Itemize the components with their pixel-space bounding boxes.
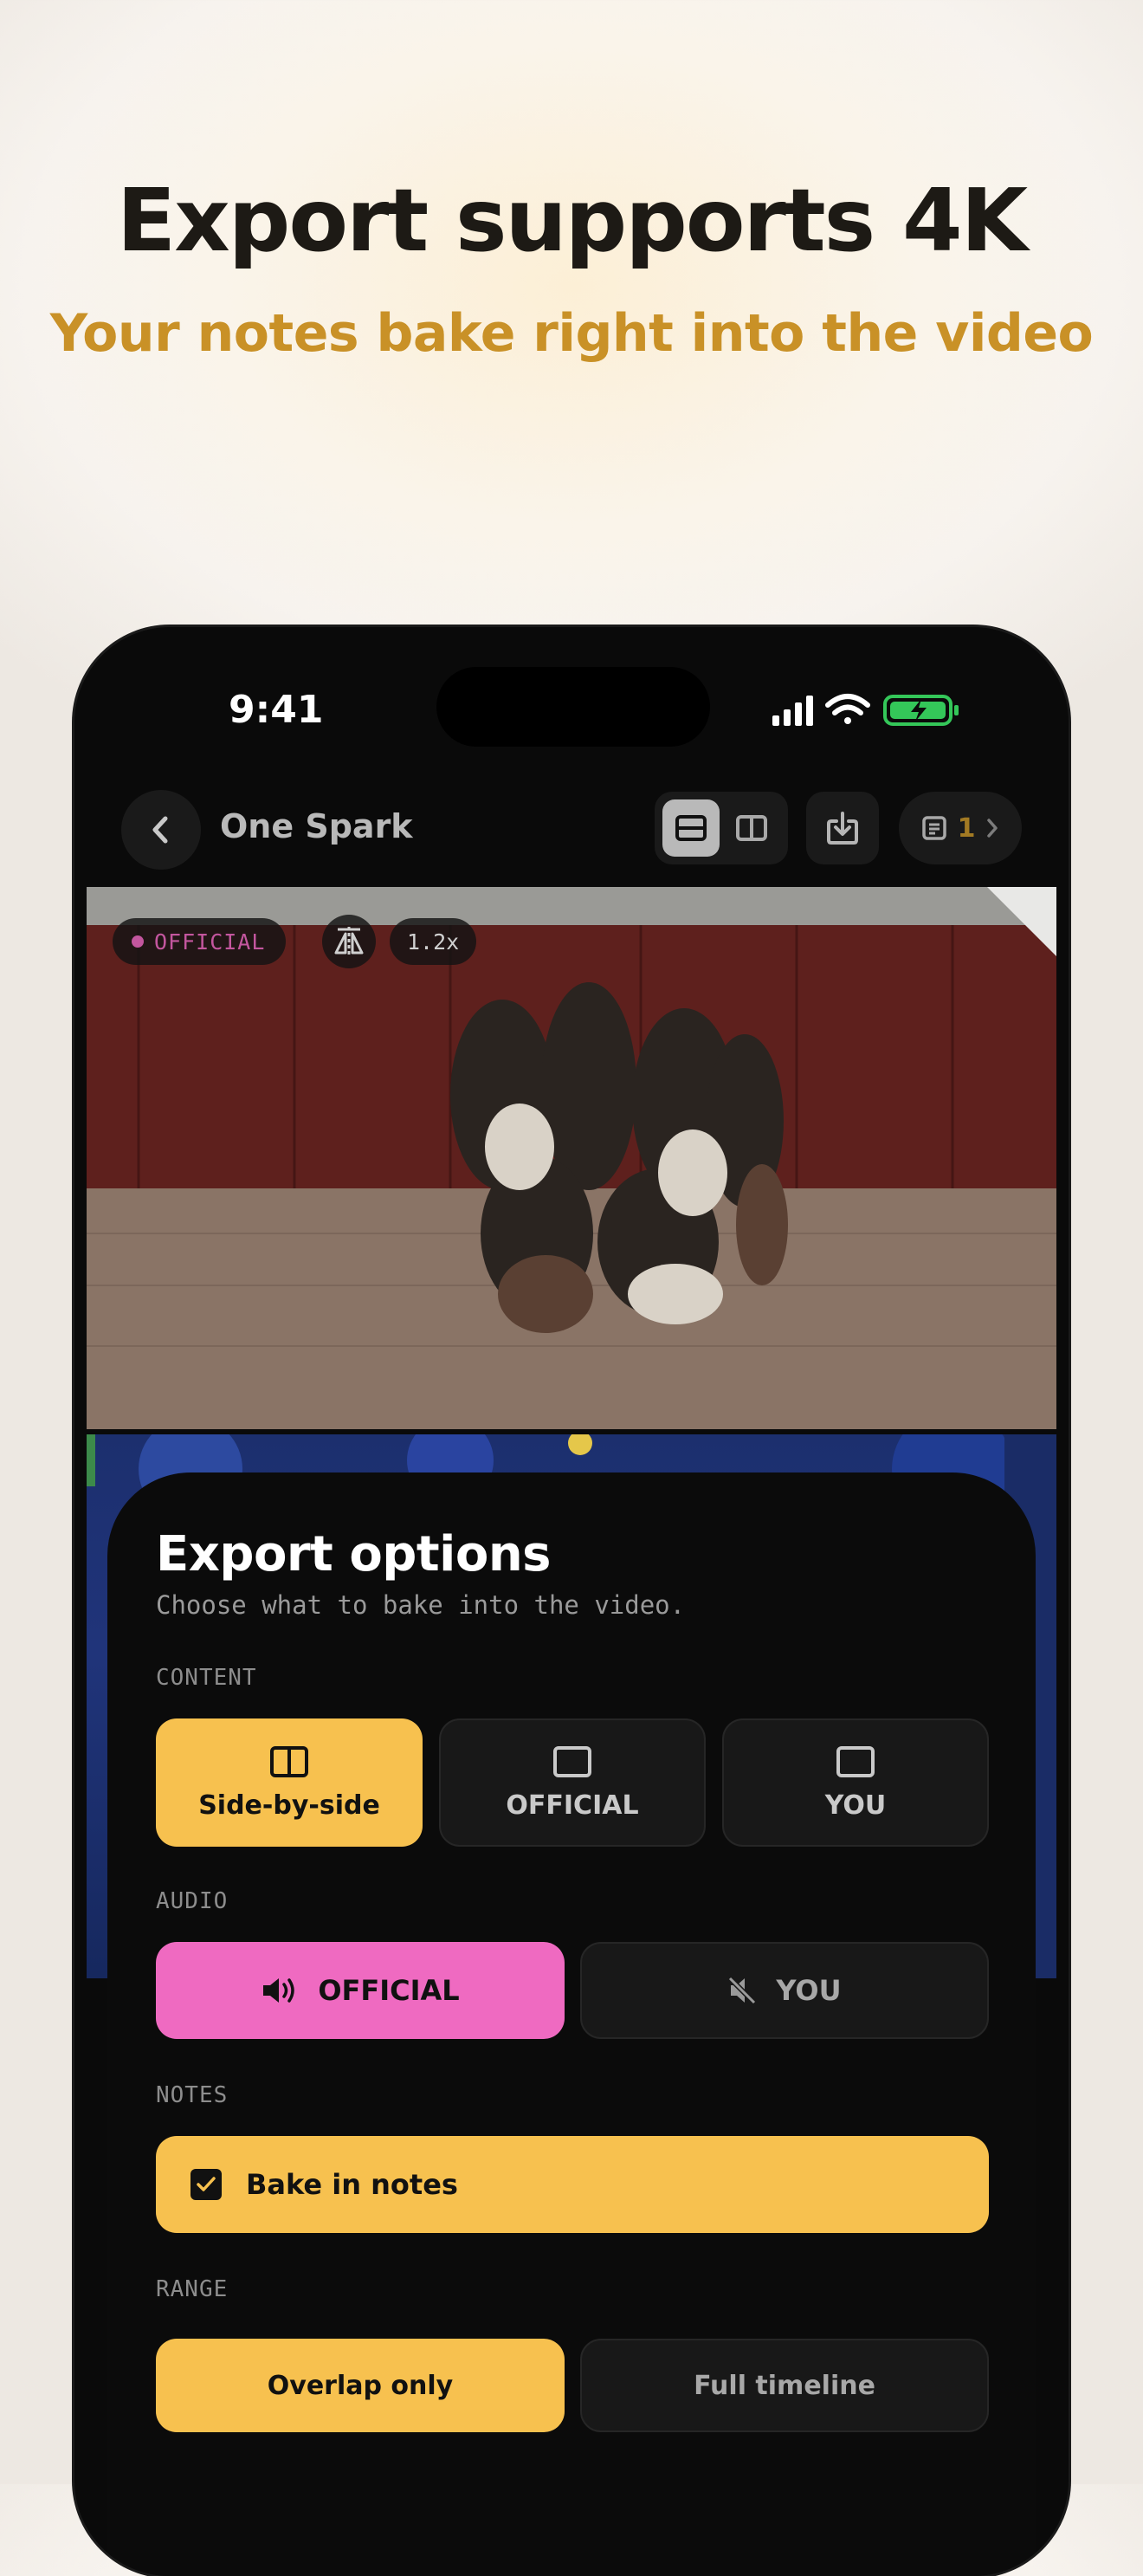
phone-frame: 9:41 One Spark 1 OFFICIAL 1.2x Export op…	[74, 627, 1069, 2576]
playback-speed[interactable]: 1.2x	[390, 918, 477, 965]
notes-button[interactable]: 1	[899, 792, 1022, 864]
range-option-overlap-only[interactable]: Overlap only	[156, 2339, 565, 2432]
video-title: One Spark	[220, 807, 413, 845]
content-option-you[interactable]: YOU	[722, 1718, 989, 1847]
notes-icon	[921, 816, 946, 840]
layout-side-by-side-button[interactable]	[723, 799, 780, 857]
layout-stacked-icon	[675, 815, 707, 841]
speaker-muted-icon	[728, 1976, 757, 2005]
layout-toggle	[655, 792, 788, 864]
download-icon	[827, 812, 858, 845]
layout-side-by-side-icon	[736, 815, 767, 841]
dynamic-island	[436, 667, 710, 747]
source-badge-label: OFFICIAL	[154, 929, 266, 955]
signal-icon	[772, 696, 813, 726]
export-button[interactable]	[806, 792, 879, 864]
content-option-label: OFFICIAL	[506, 1790, 639, 1821]
content-option-label: YOU	[824, 1790, 887, 1821]
official-video-frame	[87, 887, 1056, 1429]
audio-section-label: AUDIO	[156, 1888, 229, 1914]
chevron-right-icon	[987, 819, 998, 838]
content-option-label: Side-by-side	[198, 1790, 380, 1821]
mirror-button[interactable]	[322, 915, 376, 968]
source-badge: OFFICIAL	[113, 918, 287, 965]
audio-option-label: YOU	[776, 1974, 842, 2007]
speaker-on-icon	[263, 1978, 295, 2003]
content-option-side-by-side[interactable]: Side-by-side	[156, 1718, 423, 1847]
audio-option-label: OFFICIAL	[318, 1974, 460, 2007]
single-frame-icon	[836, 1745, 875, 1777]
back-button[interactable]	[121, 790, 201, 870]
checkmark-icon	[197, 2177, 216, 2191]
bake-notes-toggle[interactable]: Bake in notes	[156, 2136, 989, 2233]
content-option-official[interactable]: OFFICIAL	[439, 1718, 706, 1847]
notes-count: 1	[957, 812, 976, 844]
battery-charging-icon	[883, 695, 959, 726]
side-by-side-icon	[270, 1745, 308, 1777]
checkbox[interactable]	[190, 2169, 222, 2200]
sheet-title: Export options	[156, 1526, 552, 1582]
hero-subline: Your notes bake right into the video	[49, 303, 1094, 364]
status-icons	[772, 694, 959, 726]
official-video[interactable]: OFFICIAL 1.2x	[87, 887, 1056, 1429]
wifi-icon	[825, 694, 870, 724]
status-time: 9:41	[229, 688, 324, 732]
hero-headline: Export supports 4K	[116, 170, 1028, 271]
layout-stacked-button[interactable]	[662, 799, 720, 857]
chevron-left-icon	[152, 816, 168, 844]
single-frame-icon	[553, 1745, 591, 1777]
mirror-icon	[334, 927, 364, 956]
range-option-full-timeline[interactable]: Full timeline	[580, 2339, 989, 2432]
range-section-label: RANGE	[156, 2276, 229, 2302]
audio-option-official[interactable]: OFFICIAL	[156, 1942, 565, 2039]
sheet-subtitle: Choose what to bake into the video.	[156, 1590, 686, 1620]
audio-option-you[interactable]: YOU	[580, 1942, 989, 2039]
notes-section-label: NOTES	[156, 2082, 229, 2108]
export-options-sheet: Export options Choose what to bake into …	[107, 1472, 1036, 2576]
content-section-label: CONTENT	[156, 1665, 257, 1691]
range-option-label: Overlap only	[267, 2370, 454, 2401]
recording-dot	[132, 935, 144, 948]
bake-notes-label: Bake in notes	[246, 2168, 458, 2201]
range-option-label: Full timeline	[694, 2370, 875, 2401]
